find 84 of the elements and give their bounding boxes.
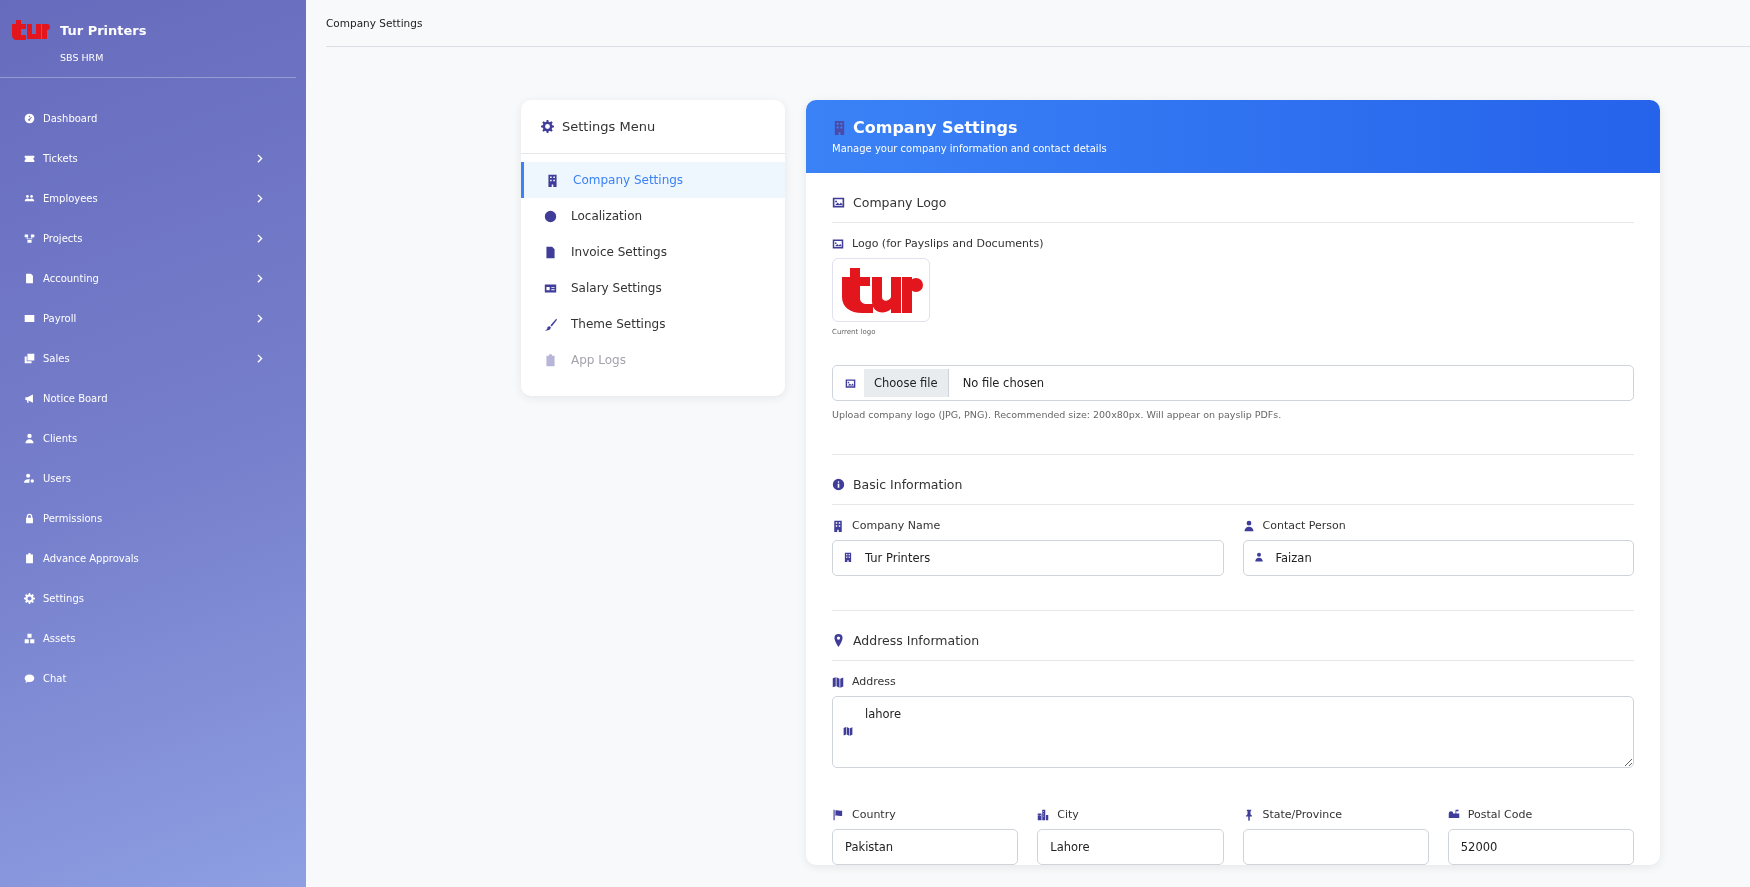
- sidebar-item[interactable]: Projects: [0, 218, 306, 258]
- settings-menu-item[interactable]: Theme Settings: [521, 306, 785, 342]
- brand-name: Tur Printers: [60, 22, 147, 38]
- sidebar-item[interactable]: Advance Approvals: [0, 538, 306, 578]
- text-field[interactable]: 52000: [1447, 829, 1634, 865]
- field-label: Address: [852, 675, 896, 688]
- file-status: No file chosen: [962, 376, 1045, 390]
- lock-icon: [24, 512, 35, 524]
- field-label: Company Name: [852, 519, 941, 532]
- text-field[interactable]: Pakistan: [832, 829, 1019, 865]
- money-card-icon: [544, 281, 557, 295]
- chat-icon: [24, 672, 35, 684]
- city-icon: [1037, 808, 1050, 821]
- boxes-icon: [24, 632, 35, 644]
- sitemap-icon: [24, 232, 35, 244]
- settings-icon: [24, 592, 35, 604]
- users-icon: [24, 192, 35, 204]
- sidebar-item[interactable]: Tickets: [0, 138, 306, 178]
- map-icon: [832, 675, 844, 688]
- field-label: City: [1057, 808, 1079, 821]
- text-field[interactable]: Tur Printers: [832, 540, 1224, 576]
- mailbox-icon: [1447, 808, 1460, 821]
- field-label: Country: [852, 808, 896, 821]
- section-title: Company Logo: [853, 195, 947, 210]
- sidebar-item[interactable]: Chat: [0, 658, 306, 698]
- image-icon: [845, 377, 856, 389]
- file-icon: [24, 272, 35, 284]
- field-label: State/Province: [1262, 808, 1343, 821]
- building-icon: [843, 552, 853, 562]
- sidebar-item[interactable]: Permissions: [0, 498, 306, 538]
- sidebar-item[interactable]: Users: [0, 458, 306, 498]
- text-field[interactable]: [1242, 829, 1429, 865]
- card-subtitle: Manage your company information and contact details: [832, 143, 1108, 154]
- settings-icon: [541, 120, 554, 133]
- field-label: Postal Code: [1467, 808, 1533, 821]
- section-title: Basic Information: [853, 477, 963, 492]
- text-field[interactable]: Faizan: [1242, 540, 1634, 576]
- address-field[interactable]: lahore: [832, 696, 1634, 768]
- clipboard-icon: [24, 552, 35, 564]
- field-label: Contact Person: [1262, 519, 1346, 532]
- user-icon: [1253, 552, 1264, 562]
- image-icon: [832, 196, 845, 209]
- user-gear-icon: [24, 472, 35, 484]
- building-icon: [832, 519, 844, 532]
- copy-icon: [24, 352, 35, 364]
- help-text: Upload company logo (JPG, PNG). Recommended size: 200x80px. Will appear on payslip PDFs.: [832, 409, 1283, 420]
- map-icon: [843, 726, 853, 736]
- section-title: Address Information: [853, 633, 980, 648]
- image-icon: [832, 237, 844, 250]
- settings-menu-item[interactable]: Invoice Settings: [521, 234, 785, 270]
- settings-menu-item[interactable]: Company Settings: [521, 162, 785, 198]
- brand-subtitle: SBS HRM: [60, 52, 105, 63]
- page-title: Company Settings: [326, 17, 423, 29]
- sidebar-item[interactable]: Sales: [0, 338, 306, 378]
- settings-menu-item[interactable]: Salary Settings: [521, 270, 785, 306]
- brush-icon: [544, 317, 557, 331]
- sidebar-item[interactable]: Notice Board: [0, 378, 306, 418]
- building-icon: [832, 120, 847, 135]
- info-icon: [832, 478, 845, 491]
- brand-logo-drawing: [10, 18, 50, 42]
- card-icon: [24, 312, 35, 324]
- location-pin-icon: [832, 634, 845, 647]
- sidebar-item[interactable]: Payroll: [0, 298, 306, 338]
- settings-menu-title: Settings Menu: [562, 119, 656, 134]
- choose-file-button[interactable]: Choose file: [864, 369, 949, 397]
- gauge-icon: [24, 112, 35, 124]
- megaphone-icon: [24, 392, 35, 404]
- building-icon: [546, 173, 559, 187]
- user-icon: [24, 432, 35, 444]
- sidebar-item[interactable]: Settings: [0, 578, 306, 618]
- field-label: Logo (for Payslips and Documents): [852, 237, 1044, 250]
- text-field[interactable]: Lahore: [1037, 829, 1224, 865]
- card-title: Company Settings: [853, 118, 1018, 137]
- sidebar-item[interactable]: Accounting: [0, 258, 306, 298]
- sidebar-item[interactable]: Assets: [0, 618, 306, 658]
- flag-icon: [832, 808, 844, 821]
- sidebar-item[interactable]: Dashboard: [0, 98, 306, 138]
- sidebar-item[interactable]: Employees: [0, 178, 306, 218]
- clipboard-icon: [544, 353, 557, 367]
- user-icon: [1242, 519, 1255, 532]
- settings-menu-item[interactable]: Localization: [521, 198, 785, 234]
- sidebar-item[interactable]: Clients: [0, 418, 306, 458]
- file-input-field[interactable]: Choose file No file chosen: [832, 365, 1634, 401]
- document-icon: [544, 245, 557, 259]
